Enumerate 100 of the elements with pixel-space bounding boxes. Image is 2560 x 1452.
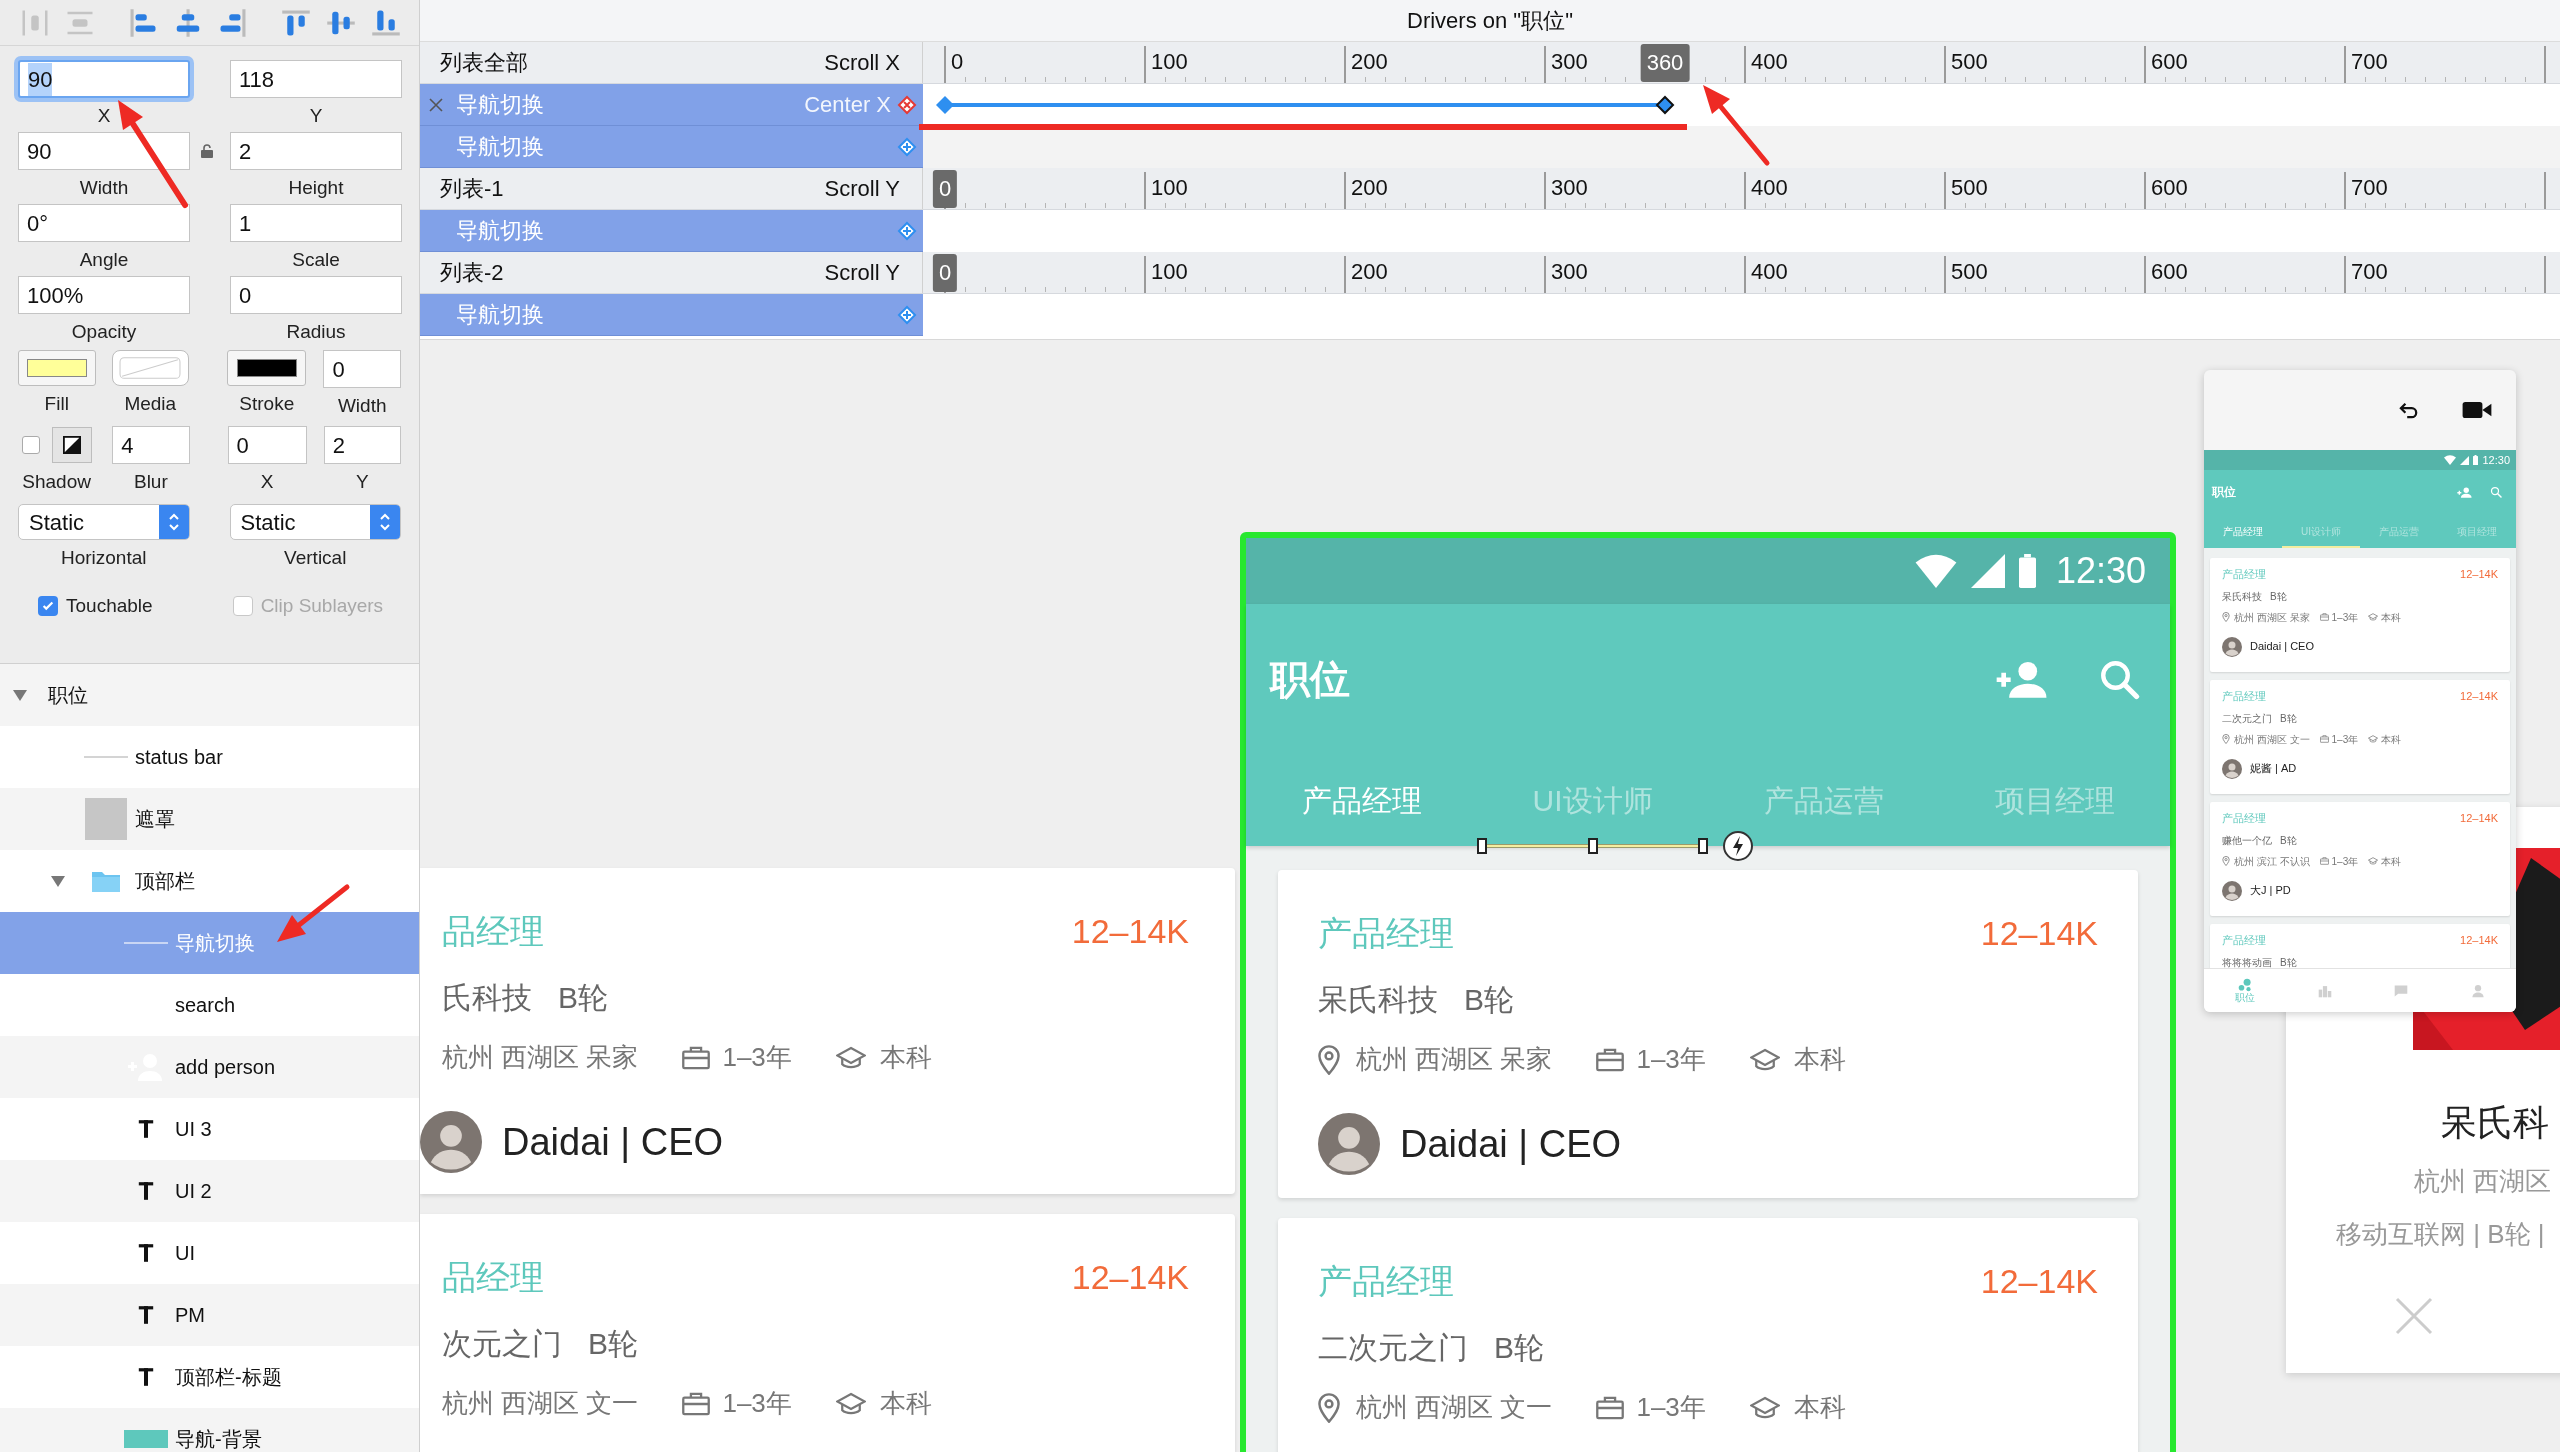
salary: 12–14K	[2460, 689, 2498, 704]
ruler-label: 600	[2151, 174, 2188, 202]
text-layer-icon	[138, 1180, 154, 1202]
dropdown[interactable]: Static	[229, 504, 401, 540]
ruler-label: 100	[1151, 174, 1188, 202]
experience: 1–3年	[2331, 610, 2359, 625]
input-field[interactable]: 0	[230, 276, 402, 314]
location: 杭州 滨江 不认识	[2234, 854, 2310, 869]
buildings-icon	[2317, 983, 2332, 998]
add-driver-icon[interactable]	[897, 304, 917, 325]
layer-row[interactable]: 职位	[0, 664, 419, 726]
camera-icon[interactable]	[2462, 401, 2492, 419]
job-card[interactable]: 产品经理 12–14K 呆氏科技 B轮 杭州 西湖区 呆家 1–3年 本科 Daidai | CEO	[2210, 558, 2510, 672]
job-card[interactable]: 产品经理 12–14K 呆氏科技 B轮 杭州 西湖区 呆家 1–3年 本科 Daidai | CEO	[1278, 870, 2138, 1198]
checkbox[interactable]	[21, 436, 40, 454]
input-field[interactable]: 1	[230, 204, 402, 242]
ruler-label: 0	[951, 48, 964, 76]
input-field[interactable]: 2	[230, 132, 402, 170]
collapse-icon[interactable]	[50, 873, 66, 889]
playhead-marker[interactable]: 0	[932, 254, 958, 292]
input-field[interactable]: 2	[323, 426, 401, 464]
job-card[interactable]: 品经理 12–14K 氏科技 B轮 杭州 西湖区 呆家 1–3年 本科 Daidai | CEO	[420, 868, 1235, 1194]
input-field[interactable]: 0	[323, 350, 401, 388]
tab-indicator[interactable]	[1477, 838, 1708, 854]
job-card[interactable]: 产品经理 12–14K 将将将动画 B轮	[2210, 924, 2510, 968]
status-time: 12:30	[2055, 549, 2146, 593]
job-card[interactable]: 产品经理 12–14K 二次元之门 B轮 杭州 西湖区 文一 1–3年 本科	[1278, 1218, 2138, 1452]
input-field[interactable]: 100%	[18, 276, 190, 314]
location-pin-icon	[2222, 612, 2230, 622]
close-icon[interactable]	[428, 97, 444, 113]
input-field[interactable]: 118	[230, 60, 402, 98]
playhead-marker[interactable]: 0	[932, 170, 958, 208]
funding-round: B轮	[558, 980, 608, 1016]
location: 杭州 西湖区 呆家	[2234, 610, 2310, 625]
salary: 12–14K	[2460, 567, 2498, 582]
graduation-cap-icon	[1749, 1047, 1780, 1072]
field-label: Blur	[133, 470, 168, 494]
add-driver-icon[interactable]	[897, 136, 917, 157]
checkbox[interactable]: Touchable	[38, 591, 153, 621]
briefcase-icon	[682, 1391, 711, 1416]
location: 杭州 西湖区 呆家	[1356, 1043, 1553, 1076]
search-icon[interactable]	[2490, 486, 2502, 498]
lock-icon[interactable]	[200, 144, 214, 158]
wifi-icon	[1914, 554, 1957, 588]
experience: 1–3年	[1636, 1043, 1706, 1076]
layer-row[interactable]: UI	[0, 1222, 419, 1284]
location-pin-icon	[1318, 1392, 1340, 1423]
briefcase-icon	[2319, 613, 2329, 621]
align-right-icon[interactable]	[218, 7, 248, 38]
layer-row[interactable]: add person	[0, 1036, 419, 1098]
add-person-icon[interactable]	[2456, 486, 2472, 498]
job-card[interactable]: 产品经理 12–14K 赚他一个亿 B轮 杭州 滨江 不认识 1–3年 本科 大J | PD	[2210, 802, 2510, 916]
input-field[interactable]: 0°	[18, 204, 190, 242]
input-field[interactable]: 90	[18, 132, 190, 170]
track-property: Scroll Y	[824, 175, 900, 203]
dropdown[interactable]: Static	[18, 504, 190, 540]
search-icon[interactable]	[2098, 658, 2140, 700]
phone-artboard[interactable]: 12:30 职位 产品经理 UI设计师 产品运营 项目经理 产品经理 12–14K 呆氏科技 B轮 杭州 西湖区 呆家 1–3年 本科 Daidai | CEO 产品经理 12–14K 二次元之门 B轮 杭州 西湖区 文一 1–3年 本科	[1240, 532, 2176, 1452]
align-left-icon[interactable]	[128, 7, 158, 38]
layer-row[interactable]: search	[0, 974, 419, 1036]
status-time: 12:30	[2482, 452, 2510, 468]
layer-row[interactable]: UI 2	[0, 1160, 419, 1222]
education: 本科	[1793, 1043, 1846, 1076]
shadow-color-button[interactable]	[51, 427, 92, 463]
collapse-icon[interactable]	[12, 687, 28, 703]
ruler-label: 700	[2351, 174, 2388, 202]
layer-row[interactable]: PM	[0, 1284, 419, 1346]
avatar	[2222, 636, 2242, 657]
job-card[interactable]: 品经理 12–14K 次元之门 B轮 杭州 西湖区 文一 1–3年 本科	[420, 1214, 1235, 1452]
playhead-marker[interactable]: 360	[1640, 44, 1690, 82]
color-button[interactable]	[227, 350, 307, 386]
job-title: 品经理	[442, 1257, 544, 1298]
company-name: 次元之门	[442, 1326, 562, 1362]
education: 本科	[2381, 610, 2402, 625]
undo-icon[interactable]	[2398, 401, 2420, 419]
remove-driver-icon[interactable]	[897, 94, 917, 115]
color-button[interactable]	[18, 350, 96, 386]
job-card[interactable]: 产品经理 12–14K 二次元之门 B轮 杭州 西湖区 文一 1–3年 本科 妮酱 | AD	[2210, 680, 2510, 794]
funding-round: B轮	[2280, 711, 2297, 726]
lightning-icon[interactable]	[1722, 830, 1754, 862]
layer-row[interactable]: 导航-背景	[0, 1408, 419, 1452]
input-field[interactable]: 0	[227, 426, 307, 464]
field-label: Y	[309, 104, 323, 128]
location-pin-icon	[2222, 856, 2230, 866]
salary: 12–14K	[2460, 933, 2498, 948]
input-field[interactable]: 4	[112, 426, 190, 464]
add-driver-icon[interactable]	[897, 220, 917, 241]
media-button[interactable]	[111, 350, 189, 386]
track-name: 列表-1	[440, 175, 504, 203]
layer-row[interactable]: 顶部栏-标题	[0, 1346, 419, 1408]
ruler-label: 300	[1551, 48, 1588, 76]
recruiter-name: Daidai | CEO	[2250, 639, 2314, 655]
layer-row[interactable]: 顶部栏	[0, 850, 419, 912]
layer-row[interactable]: 遮罩	[0, 788, 419, 850]
ruler-label: 400	[1751, 174, 1788, 202]
layer-row[interactable]: UI 3	[0, 1098, 419, 1160]
layer-row[interactable]: status bar	[0, 726, 419, 788]
recruiter-name: Daidai | CEO	[502, 1119, 724, 1165]
keyframe-icon[interactable]	[1655, 95, 1675, 115]
briefcase-icon	[1596, 1395, 1625, 1420]
